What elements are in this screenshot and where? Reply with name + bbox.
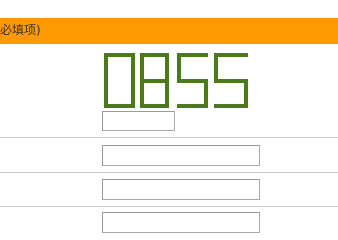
captcha-input[interactable] xyxy=(102,111,175,131)
text-field-2[interactable] xyxy=(102,179,260,200)
section-header-label: 必填项) xyxy=(0,23,41,37)
captcha-image[interactable] xyxy=(103,52,250,109)
row-divider xyxy=(0,172,338,173)
section-header: 必填项) xyxy=(0,18,338,44)
row-divider xyxy=(0,206,338,207)
captcha-code-graphic xyxy=(104,53,248,108)
text-field-3[interactable] xyxy=(102,212,260,233)
row-divider xyxy=(0,137,338,138)
text-field-1[interactable] xyxy=(102,145,260,166)
